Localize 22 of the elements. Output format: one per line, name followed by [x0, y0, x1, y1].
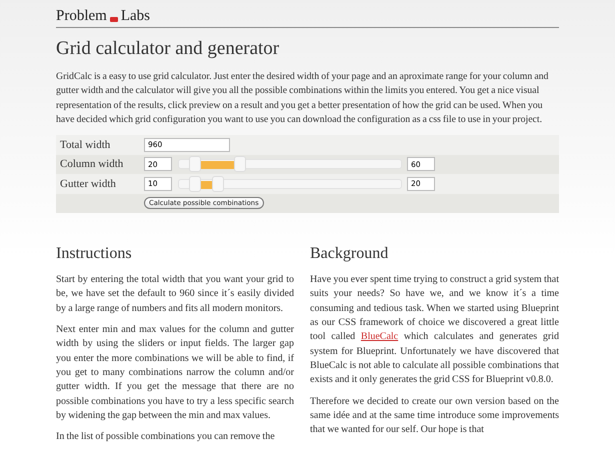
slider-handle[interactable]: [188, 176, 201, 192]
logo-mark-icon: [110, 16, 118, 22]
range-slider-track[interactable]: [178, 178, 402, 189]
field-label: Total width: [59, 138, 112, 151]
slider-handle[interactable]: [234, 156, 246, 172]
range-slider-track[interactable]: [178, 159, 402, 170]
page-title: Grid calculator and generator: [56, 38, 280, 60]
body-paragraph: Next enter min and max values for the column and gutter width by using the sliders or input fields. The larger gap you enter the more combinations we will be able to find, if you get to many combinations narrow the column and/or gutter width. If you get the message that there are no possible combinations you have to try a less specific search by widening the gap between the min and max values.: [56, 323, 294, 423]
brand-name[interactable]: Problem: [56, 8, 107, 24]
body-paragraph: In the list of possible combinations you can remove the: [56, 430, 276, 444]
slider-handle[interactable]: [188, 156, 201, 172]
body-paragraph: Have you ever spent time trying to construct a grid system that suits your needs? So have we, and we know it´s a time consuming and tedious task. When we started using Blueprint as our CSS framework of choice we discovered a great little tool called BlueCalc which calculates and generates grid system for Blueprint. Unfortunately we have discovered that BlueCalc is not able to calculate all possible combinations that exists and it only generates the grid CSS for Blueprint v0.8.0.: [310, 273, 559, 388]
section-heading: Instructions: [56, 245, 133, 264]
body-paragraph: Start by entering the total width that you want your grid to be, we have set the default to 960 since it´s easily divided by a large range of numbers and fits all modern monitors.: [56, 273, 294, 316]
slider-handle[interactable]: [212, 176, 224, 192]
intro-paragraph: GridCalc is a easy to use grid calculator. Just enter the desired width of your page and an aproximate range for your column and gutter width and the calculator will give you all the possible combinations within the limits you entered. You get a nice visual representation of the results, click preview on a result and you get a better presentation of how the grid can be used. When you have decided which grid configuration you want to use you can download the configuration as a css file to use in your project.: [56, 70, 550, 127]
field-label: Column width: [59, 158, 124, 170]
section-heading: Background: [310, 245, 390, 264]
field-label: Gutter width: [59, 178, 117, 190]
body-paragraph: Therefore we decided to create our own version based on the same idée and at the same time introduce some improvements that we wanted for our self. Our hope is that: [310, 394, 559, 438]
brand-name[interactable]: Labs: [120, 8, 150, 24]
text-link[interactable]: BlueCalc: [360, 331, 398, 342]
